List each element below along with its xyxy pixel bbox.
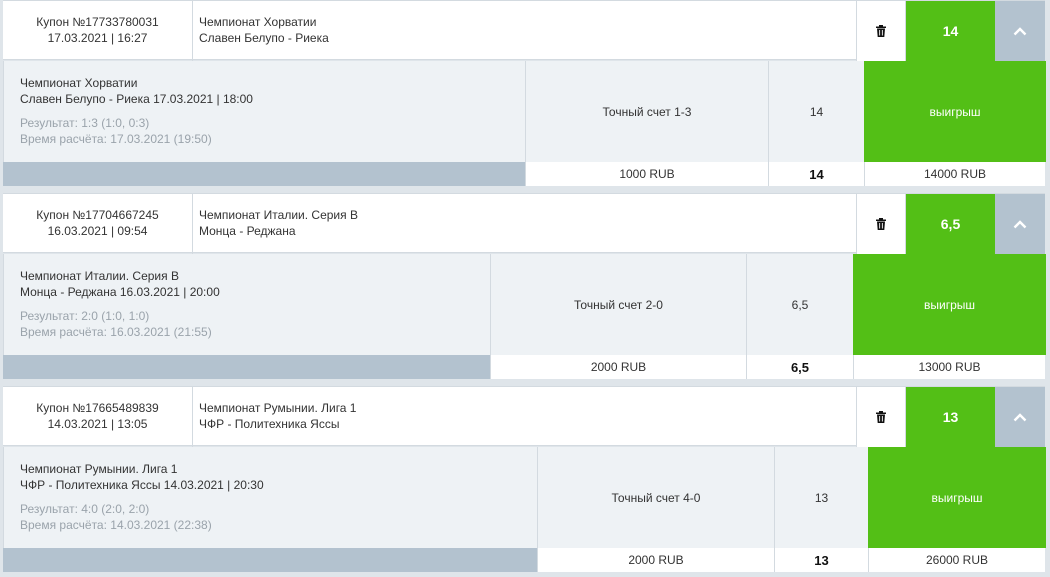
coupon-number: Купон №17704667245 [36, 208, 159, 222]
chevron-up-icon [1013, 219, 1027, 228]
detail-result: Результат: 1:3 (1:0, 0:3) [20, 116, 150, 130]
bet-odds: 13 [774, 447, 868, 548]
payout-amount: 13000 RUB [853, 355, 1045, 379]
detail-calc-time: Время расчёта: 14.03.2021 (22:38) [20, 518, 212, 532]
detail-match: Славен Белупо - Риека 17.03.2021 | 18:00 [20, 92, 253, 106]
trash-icon [876, 411, 886, 423]
detail-match: Монца - Реджана 16.03.2021 | 20:00 [20, 285, 220, 299]
payout-amount: 26000 RUB [868, 548, 1045, 572]
coupon-datetime: 14.03.2021 | 13:05 [47, 417, 148, 431]
chevron-up-icon [1013, 412, 1027, 421]
stake-amount: 1000 RUB [525, 162, 768, 186]
bet-status: выигрыш [868, 447, 1046, 548]
coupon-event: Чемпионат Румынии. Лига 1 ЧФР - Политехн… [199, 400, 356, 432]
coupon-card: Купон №17665489839 14.03.2021 | 13:05 Че… [0, 386, 1050, 577]
coupon-event: Чемпионат Италии. Серия B Монца - Реджан… [199, 207, 358, 239]
bet-info: Чемпионат Хорватии Славен Белупо - Риека… [20, 75, 253, 147]
coupon-datetime: 17.03.2021 | 16:27 [47, 31, 148, 45]
coupon-header[interactable]: Купон №17665489839 14.03.2021 | 13:05 Че… [3, 386, 1045, 447]
coupon-odds: 13 [906, 387, 995, 447]
coupon-footer: 2000 RUB 6,5 13000 RUB [3, 355, 1045, 379]
delete-button[interactable] [856, 1, 906, 61]
trash-icon [876, 25, 886, 37]
coupon-odds: 6,5 [906, 194, 995, 254]
coupon-card: Купон №17704667245 16.03.2021 | 09:54 Че… [0, 193, 1050, 383]
bet-type: Точный счет 1-3 [525, 61, 768, 162]
bet-odds: 6,5 [746, 254, 853, 355]
coupon-league: Чемпионат Хорватии [199, 15, 317, 29]
coupon-id-cell: Купон №17733780031 17.03.2021 | 16:27 [3, 1, 193, 61]
total-odds: 14 [768, 162, 864, 186]
bet-info: Чемпионат Румынии. Лига 1 ЧФР - Политехн… [20, 461, 264, 533]
bet-status: выигрыш [864, 61, 1046, 162]
coupon-league: Чемпионат Италии. Серия B [199, 208, 358, 222]
coupon-footer: 2000 RUB 13 26000 RUB [3, 548, 1045, 572]
coupon-match: Монца - Реджана [199, 224, 296, 238]
bet-type: Точный счет 2-0 [490, 254, 746, 355]
coupon-match: ЧФР - Политехника Яссы [199, 417, 340, 431]
detail-league: Чемпионат Хорватии [20, 76, 138, 90]
detail-result: Результат: 4:0 (2:0, 2:0) [20, 502, 150, 516]
detail-league: Чемпионат Румынии. Лига 1 [20, 462, 178, 476]
bet-odds: 14 [768, 61, 864, 162]
bet-status: выигрыш [853, 254, 1046, 355]
coupon-match: Славен Белупо - Риека [199, 31, 329, 45]
trash-icon [876, 218, 886, 230]
collapse-button[interactable] [995, 1, 1045, 61]
stake-amount: 2000 RUB [490, 355, 746, 379]
bet-type: Точный счет 4-0 [537, 447, 774, 548]
coupon-footer: 1000 RUB 14 14000 RUB [3, 162, 1045, 186]
detail-calc-time: Время расчёта: 17.03.2021 (19:50) [20, 132, 212, 146]
delete-button[interactable] [856, 194, 906, 254]
stake-amount: 2000 RUB [537, 548, 774, 572]
coupon-datetime: 16.03.2021 | 09:54 [47, 224, 148, 238]
bet-info: Чемпионат Италии. Серия B Монца - Реджан… [20, 268, 220, 340]
payout-amount: 14000 RUB [864, 162, 1045, 186]
coupon-odds: 14 [906, 1, 995, 61]
coupon-number: Купон №17733780031 [36, 15, 159, 29]
coupon-id-cell: Купон №17665489839 14.03.2021 | 13:05 [3, 387, 193, 447]
coupon-event: Чемпионат Хорватии Славен Белупо - Риека [199, 14, 329, 46]
coupon-card: Купон №17733780031 17.03.2021 | 16:27 Че… [0, 0, 1050, 190]
coupon-list: Купон №17733780031 17.03.2021 | 16:27 Че… [0, 0, 1050, 577]
coupon-header[interactable]: Купон №17704667245 16.03.2021 | 09:54 Че… [3, 193, 1045, 254]
delete-button[interactable] [856, 387, 906, 447]
collapse-button[interactable] [995, 387, 1045, 447]
detail-result: Результат: 2:0 (1:0, 1:0) [20, 309, 150, 323]
bet-detail: Чемпионат Румынии. Лига 1 ЧФР - Политехн… [3, 447, 1046, 548]
coupon-header[interactable]: Купон №17733780031 17.03.2021 | 16:27 Че… [3, 0, 1045, 61]
collapse-button[interactable] [995, 194, 1045, 254]
coupon-league: Чемпионат Румынии. Лига 1 [199, 401, 357, 415]
bet-detail: Чемпионат Хорватии Славен Белупо - Риека… [3, 61, 1046, 162]
detail-league: Чемпионат Италии. Серия B [20, 269, 179, 283]
detail-calc-time: Время расчёта: 16.03.2021 (21:55) [20, 325, 212, 339]
bet-detail: Чемпионат Италии. Серия B Монца - Реджан… [3, 254, 1046, 355]
coupon-id-cell: Купон №17704667245 16.03.2021 | 09:54 [3, 194, 193, 254]
detail-match: ЧФР - Политехника Яссы 14.03.2021 | 20:3… [20, 478, 264, 492]
coupon-number: Купон №17665489839 [36, 401, 159, 415]
chevron-up-icon [1013, 26, 1027, 35]
total-odds: 6,5 [746, 355, 853, 379]
total-odds: 13 [774, 548, 868, 572]
